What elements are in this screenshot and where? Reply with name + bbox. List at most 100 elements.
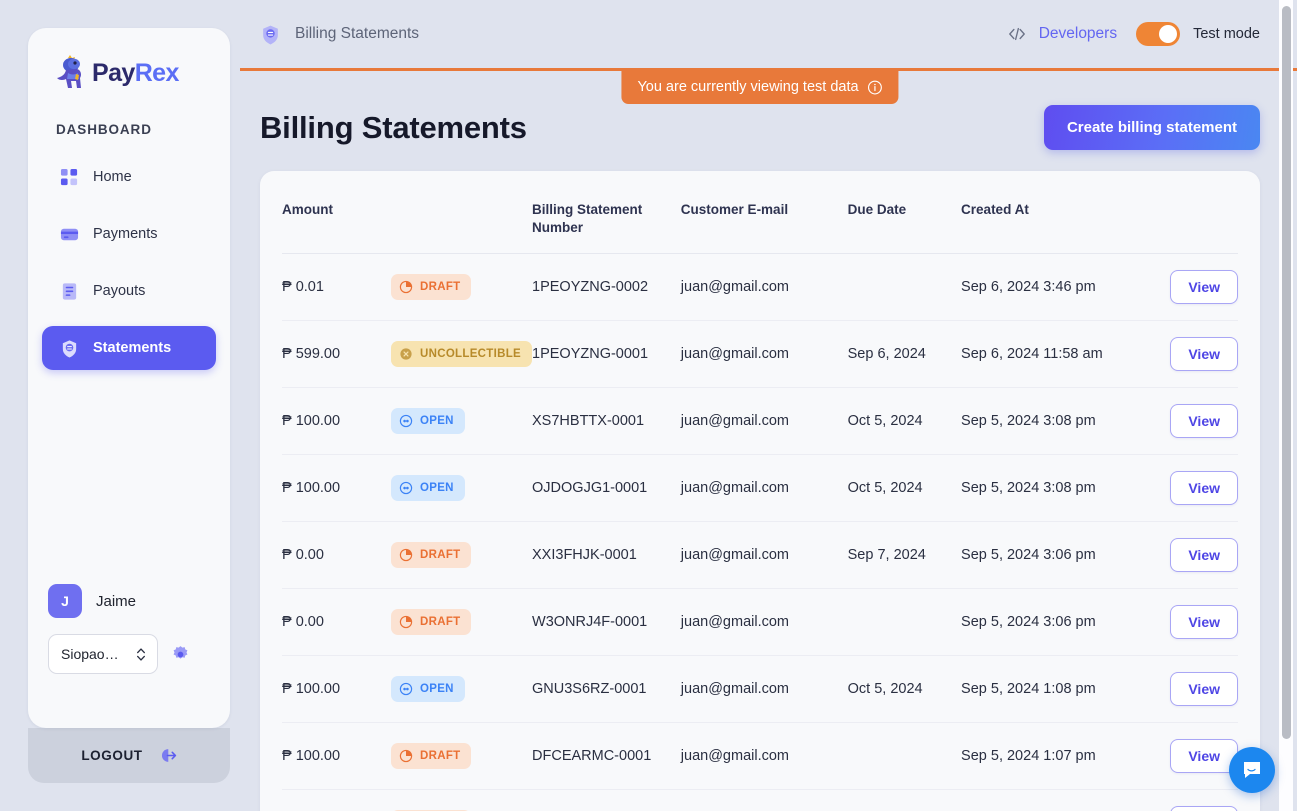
table-header-row: Amount Billing Statement Number Customer…	[282, 171, 1238, 254]
brand-logo[interactable]: PayRex	[28, 28, 230, 92]
account-row: Siopao…	[48, 634, 210, 674]
status-badge-label: DRAFT	[420, 750, 460, 762]
table-row[interactable]: ₱ 0.01DRAFT1PEOYZNG-0002juan@gmail.comSe…	[282, 254, 1238, 321]
cell-amount: ₱ 0.00	[282, 547, 324, 563]
chat-widget-button[interactable]	[1229, 747, 1275, 793]
logout-button[interactable]: LOGOUT	[28, 728, 230, 783]
gear-icon[interactable]	[171, 645, 190, 664]
status-badge: UNCOLLECTIBLE	[391, 341, 532, 367]
view-button[interactable]: View	[1170, 471, 1238, 505]
logo-text-pay: Pay	[92, 59, 135, 87]
app-root: LOGOUT PayRex	[0, 0, 1297, 811]
main-content: Billing Statements Developers Test mode …	[240, 0, 1297, 811]
cell-amount: ₱ 100.00	[282, 748, 340, 764]
table-row[interactable]: ₱ 0.00DRAFTW3ONRJ4F-0001juan@gmail.comSe…	[282, 589, 1238, 656]
cell-due-date	[848, 790, 961, 811]
column-header-status	[391, 171, 532, 254]
info-circle-icon[interactable]	[868, 80, 883, 95]
sidebar: PayRex DASHBOARD Home	[28, 28, 230, 728]
sidebar-item-payments[interactable]: Payments	[42, 212, 216, 256]
logo-text-rex: Rex	[135, 59, 179, 87]
status-badge-label: DRAFT	[420, 549, 460, 561]
cell-customer-email: juan@gmail.com	[681, 388, 848, 455]
logout-arrow-icon	[158, 746, 177, 765]
cell-statement-number: KADMPVOS-0001	[532, 790, 681, 811]
column-header-number: Billing Statement Number	[532, 171, 681, 254]
sidebar-user-block: J Jaime Siopao…	[28, 584, 230, 674]
table-row[interactable]: ₱ 100.00DRAFTDFCEARMC-0001juan@gmail.com…	[282, 723, 1238, 790]
view-button[interactable]: View	[1170, 404, 1238, 438]
status-badge-label: OPEN	[420, 415, 454, 427]
cell-amount: ₱ 0.01	[282, 279, 324, 295]
status-badge: OPEN	[391, 475, 465, 501]
table-row[interactable]: ₱ 599.00UNCOLLECTIBLE1PEOYZNG-0001juan@g…	[282, 321, 1238, 388]
breadcrumb[interactable]: Billing Statements	[260, 24, 419, 45]
developers-link[interactable]: Developers	[1039, 25, 1117, 43]
cell-due-date: Oct 5, 2024	[848, 388, 961, 455]
view-button[interactable]: View	[1170, 806, 1238, 811]
table-row[interactable]: ₱ 100.00OPENXS7HBTTX-0001juan@gmail.comO…	[282, 388, 1238, 455]
view-button[interactable]: View	[1170, 270, 1238, 304]
table-row[interactable]: ₱ 100.00DRAFTKADMPVOS-0001juan@gmail.com…	[282, 790, 1238, 811]
sidebar-item-label: Payments	[93, 226, 157, 242]
scrollbar-thumb[interactable]	[1282, 6, 1291, 739]
account-select[interactable]: Siopao…	[48, 634, 158, 674]
view-button[interactable]: View	[1170, 605, 1238, 639]
table-row[interactable]: ₱ 100.00OPENOJDOGJG1-0001juan@gmail.comO…	[282, 455, 1238, 522]
sidebar-item-home[interactable]: Home	[42, 155, 216, 199]
dinosaur-logo-icon	[54, 54, 88, 92]
view-button[interactable]: View	[1170, 672, 1238, 706]
table-row[interactable]: ₱ 100.00OPENGNU3S6RZ-0001juan@gmail.comO…	[282, 656, 1238, 723]
cell-statement-number: W3ONRJ4F-0001	[532, 589, 681, 656]
cell-created-at: Sep 5, 2024 1:08 pm	[961, 656, 1148, 723]
cell-customer-email: juan@gmail.com	[681, 589, 848, 656]
column-header-created: Created At	[961, 171, 1148, 254]
status-badge: DRAFT	[391, 542, 471, 568]
cell-customer-email: juan@gmail.com	[681, 522, 848, 589]
cell-due-date: Oct 5, 2024	[848, 656, 961, 723]
status-badge-label: OPEN	[420, 683, 454, 695]
user-row[interactable]: J Jaime	[48, 584, 210, 618]
account-select-value: Siopao…	[61, 646, 119, 662]
status-badge-label: DRAFT	[420, 616, 460, 628]
view-button[interactable]: View	[1170, 739, 1238, 773]
sidebar-item-label: Statements	[93, 340, 171, 356]
user-name: Jaime	[96, 593, 136, 610]
table-row[interactable]: ₱ 0.00 DRAFT XXI3FHJK-0001juan@gmail.com Se…	[282, 522, 1238, 589]
cell-created-at: Sep 5, 2024 3:06 pm	[961, 522, 1148, 589]
cell-amount: ₱ 100.00	[282, 413, 340, 429]
cell-customer-email: juan@gmail.com	[681, 790, 848, 811]
page-scrollbar[interactable]	[1279, 0, 1293, 811]
status-badge-label: DRAFT	[420, 281, 460, 293]
status-badge-label: OPEN	[420, 482, 454, 494]
sidebar-item-statements[interactable]: Statements	[42, 326, 216, 370]
test-mode-toggle[interactable]	[1136, 22, 1180, 46]
code-brackets-icon	[1008, 26, 1026, 42]
cell-due-date	[848, 589, 961, 656]
status-badge: DRAFT	[391, 743, 471, 769]
chevron-up-down-icon	[134, 646, 148, 663]
cell-due-date: Oct 5, 2024	[848, 455, 961, 522]
sidebar-item-label: Payouts	[93, 283, 145, 299]
test-data-banner: You are currently viewing test data	[621, 71, 898, 104]
cell-due-date	[848, 254, 961, 321]
table-body: ₱ 0.01DRAFT1PEOYZNG-0002juan@gmail.comSe…	[282, 254, 1238, 811]
column-header-actions	[1148, 171, 1238, 254]
cell-created-at: Sep 5, 2024 1:06 pm	[961, 790, 1148, 811]
cell-amount: ₱ 100.00	[282, 681, 340, 697]
cell-customer-email: juan@gmail.com	[681, 321, 848, 388]
cell-amount: ₱ 100.00	[282, 480, 340, 496]
view-button[interactable]: View	[1170, 538, 1238, 572]
cell-created-at: Sep 6, 2024 3:46 pm	[961, 254, 1148, 321]
cell-statement-number: DFCEARMC-0001	[532, 723, 681, 790]
view-button[interactable]: View	[1170, 337, 1238, 371]
create-billing-statement-button[interactable]: Create billing statement	[1044, 105, 1260, 150]
sidebar-column: LOGOUT PayRex	[0, 0, 240, 811]
sidebar-nav: Home Payments	[28, 155, 230, 370]
sidebar-item-payouts[interactable]: Payouts	[42, 269, 216, 313]
status-badge: OPEN	[391, 408, 465, 434]
avatar: J	[48, 584, 82, 618]
cell-amount: ₱ 599.00	[282, 346, 340, 362]
test-mode-label: Test mode	[1193, 26, 1260, 42]
cell-statement-number: XXI3FHJK-0001	[532, 522, 681, 589]
